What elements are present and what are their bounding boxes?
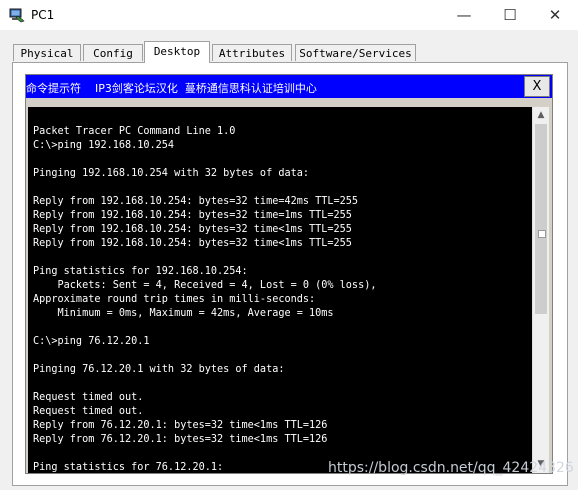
watermark-text: https://blog.csdn.net/qq_42424326	[328, 460, 574, 476]
terminal-line: Packets: Sent = 4, Received = 4, Lost = …	[33, 280, 377, 291]
tab-physical[interactable]: Physical	[13, 44, 81, 61]
tab-config[interactable]: Config	[83, 44, 143, 61]
terminal-line: Reply from 76.12.20.1: bytes=32 time<1ms…	[33, 420, 328, 431]
pc-app-icon	[9, 8, 25, 23]
tab-software-services[interactable]: Software/Services	[295, 44, 416, 61]
terminal-line: Ping statistics for 76.12.20.1:	[33, 462, 224, 473]
terminal-line: Reply from 192.168.10.254: bytes=32 time…	[33, 224, 352, 235]
scrollbar-thumb[interactable]	[535, 124, 547, 314]
terminal-line: Approximate round trip times in milli-se…	[33, 294, 316, 305]
terminal-line: Reply from 76.12.20.1: bytes=32 time<1ms…	[33, 434, 328, 445]
terminal-line: Request timed out.	[33, 392, 144, 403]
terminal-line: Pinging 76.12.20.1 with 32 bytes of data…	[33, 364, 285, 375]
terminal-line: Packet Tracer PC Command Line 1.0	[33, 126, 236, 137]
command-prompt-title: 命令提示符 IP3剑客论坛汉化 蔓桥通信思科认证培训中心	[26, 82, 317, 95]
terminal-line: Ping statistics for 192.168.10.254:	[33, 266, 248, 277]
terminal-line: C:\>ping 192.168.10.254	[33, 140, 175, 151]
tab-attributes[interactable]: Attributes	[212, 44, 292, 61]
terminal-line: Pinging 192.168.10.254 with 32 bytes of …	[33, 168, 310, 179]
terminal-output[interactable]: Packet Tracer PC Command Line 1.0 C:\>pin…	[28, 107, 532, 473]
terminal-line: Minimum = 0ms, Maximum = 42ms, Average =…	[33, 308, 334, 319]
terminal-line: Request timed out.	[33, 406, 144, 417]
minimize-button[interactable]: —	[441, 0, 487, 30]
close-window-button[interactable]: ✕	[532, 0, 578, 30]
terminal-scrollbar[interactable]: ▲ ▼	[532, 107, 549, 473]
tab-desktop[interactable]: Desktop	[144, 41, 210, 63]
terminal-line: Reply from 192.168.10.254: bytes=32 time…	[33, 196, 359, 207]
terminal-line: Reply from 192.168.10.254: bytes=32 time…	[33, 238, 352, 249]
window-titlebar: PC1 — ☐ ✕	[0, 0, 578, 30]
terminal-line: Reply from 192.168.10.254: bytes=32 time…	[33, 210, 352, 221]
command-prompt-close-button[interactable]: X	[524, 76, 550, 97]
scrollbar-grip-icon	[538, 230, 546, 238]
command-prompt-header: 命令提示符 IP3剑客论坛汉化 蔓桥通信思科认证培训中心	[26, 75, 552, 98]
terminal-line: C:\>ping 76.12.20.1	[33, 336, 150, 347]
maximize-button[interactable]: ☐	[487, 0, 533, 30]
scroll-up-arrow-icon[interactable]: ▲	[533, 107, 549, 124]
window-title: PC1	[31, 8, 55, 22]
